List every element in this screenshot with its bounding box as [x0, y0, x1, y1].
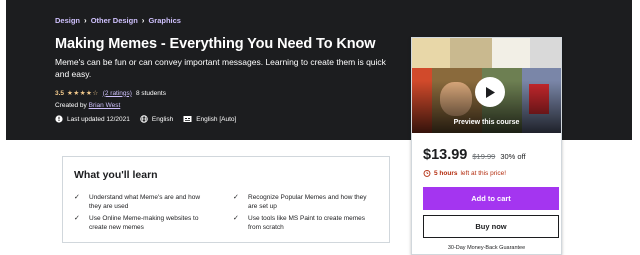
check-icon: ✓ [233, 215, 239, 222]
learn-item-text: Use tools like MS Paint to create memes … [248, 215, 366, 231]
purchase-card: Preview this course $13.99 $19.99 30% of… [411, 37, 562, 255]
course-meta: Last updated 12/2021 English English [Au… [55, 115, 246, 123]
chevron-right-icon: › [84, 16, 87, 25]
money-back-guarantee: 30-Day Money-Back Guarantee [447, 245, 526, 251]
buy-now-button[interactable]: Buy now [423, 215, 559, 238]
add-to-cart-button[interactable]: Add to cart [423, 187, 559, 210]
language-text: English [151, 115, 174, 123]
learn-item: ✓ Recognize Popular Memes and how they a… [233, 193, 373, 211]
check-icon: ✓ [233, 194, 239, 201]
globe-icon [140, 115, 148, 123]
breadcrumb-graphics[interactable]: Graphics [148, 16, 181, 25]
students-count: 8 students [135, 89, 166, 97]
captions-text: English [Auto] [196, 115, 237, 123]
what-youll-learn: What you'll learn ✓ Understand what Meme… [62, 156, 390, 243]
learn-item-text: Understand what Meme's are and how they … [89, 194, 201, 210]
course-language: English [140, 115, 173, 123]
course-title: Making Memes - Everything You Need To Kn… [55, 36, 376, 52]
learn-item: ✓ Use tools like MS Paint to create meme… [233, 214, 373, 232]
course-captions: English [Auto] [183, 115, 236, 123]
learn-title: What you'll learn [74, 169, 158, 181]
learn-item: ✓ Understand what Meme's are and how the… [74, 193, 214, 211]
price-timer: 5 hours left at this price! [423, 169, 506, 177]
creator-line: Created by Brian West [55, 102, 120, 109]
alert-circle-icon [55, 115, 63, 123]
breadcrumb-design[interactable]: Design [55, 16, 80, 25]
course-page: Design › Other Design › Graphics Making … [0, 0, 640, 255]
last-updated-text: Last updated 12/2021 [67, 115, 130, 123]
creator-prefix: Created by [55, 102, 87, 109]
last-updated: Last updated 12/2021 [55, 115, 130, 123]
breadcrumb: Design › Other Design › Graphics [55, 16, 181, 25]
price-row: $13.99 $19.99 30% off [423, 147, 526, 163]
play-icon [486, 86, 495, 98]
course-subtitle: Meme's can be fun or can convey importan… [55, 57, 386, 79]
breadcrumb-other-design[interactable]: Other Design [91, 16, 138, 25]
original-price: $19.99 [472, 152, 496, 161]
timer-hours: 5 hours [434, 169, 458, 177]
play-button[interactable] [475, 77, 505, 107]
current-price: $13.99 [423, 147, 468, 163]
learn-item-text: Recognize Popular Memes and how they are… [248, 194, 367, 210]
learn-item: ✓ Use Online Meme-making websites to cre… [74, 214, 214, 232]
check-icon: ✓ [74, 194, 80, 201]
timer-text: left at this price! [460, 169, 507, 177]
star-rating-icon: ★★★★☆ [67, 90, 99, 97]
right-margin [632, 0, 640, 255]
check-icon: ✓ [74, 215, 80, 222]
preview-label: Preview this course [453, 119, 520, 126]
closed-captions-icon [183, 116, 192, 122]
rating-number: 3.5 [55, 89, 65, 97]
creator-link[interactable]: Brian West [89, 102, 121, 109]
learn-item-text: Use Online Meme-making websites to creat… [89, 215, 199, 231]
alarm-clock-icon [423, 169, 431, 177]
discount-percent: 30% off [500, 152, 526, 161]
rating-row: 3.5 ★★★★☆ (2 ratings) 8 students [55, 89, 166, 98]
chevron-right-icon: › [141, 16, 145, 25]
course-preview-video[interactable]: Preview this course [412, 38, 561, 133]
ratings-count-link[interactable]: (2 ratings) [103, 90, 132, 97]
